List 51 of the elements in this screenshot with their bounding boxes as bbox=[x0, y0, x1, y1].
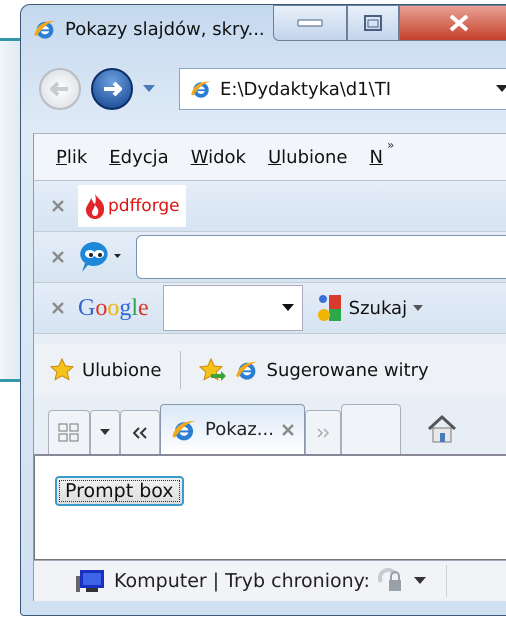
window-title: Pokazy slajdów, skry... bbox=[65, 18, 265, 40]
home-icon[interactable] bbox=[426, 414, 457, 444]
menu-item[interactable]: N bbox=[370, 146, 383, 168]
close-toolbar-icon[interactable] bbox=[52, 251, 64, 263]
scroll-right-button[interactable] bbox=[304, 410, 341, 454]
search-button[interactable]: Szukaj bbox=[316, 294, 424, 322]
close-button[interactable] bbox=[399, 5, 506, 41]
maximize-icon bbox=[364, 15, 382, 31]
prompt-box-button[interactable]: Prompt box bbox=[55, 476, 184, 506]
minimize-icon bbox=[297, 19, 323, 27]
search-logo: Google bbox=[78, 294, 149, 322]
close-icon bbox=[448, 14, 470, 32]
speech-bubble-icon[interactable] bbox=[78, 240, 122, 274]
history-dropdown-icon[interactable] bbox=[143, 85, 155, 93]
dropdown-icon[interactable] bbox=[496, 85, 506, 93]
suggested-sites-link[interactable]: Sugerowane witry bbox=[266, 360, 429, 380]
close-toolbar-icon[interactable] bbox=[52, 200, 64, 212]
back-arrow-icon bbox=[50, 81, 70, 97]
flame-icon bbox=[84, 193, 106, 219]
double-chevron-left-icon bbox=[133, 426, 147, 438]
search-field[interactable] bbox=[162, 285, 303, 331]
toolbar-logo[interactable]: pdfforge bbox=[78, 185, 186, 227]
star-icon bbox=[50, 358, 74, 382]
computer-icon bbox=[76, 568, 106, 594]
tab-list-button[interactable] bbox=[90, 410, 120, 454]
close-tab-icon[interactable] bbox=[282, 424, 294, 436]
favorites-button[interactable]: Ulubione bbox=[82, 360, 162, 380]
forward-arrow-icon bbox=[102, 81, 122, 97]
colored-blocks-icon bbox=[316, 294, 343, 322]
quick-tabs-button[interactable] bbox=[48, 410, 90, 454]
menu-item[interactable]: Edycja bbox=[109, 146, 169, 168]
search-field[interactable] bbox=[136, 235, 506, 279]
menu-item[interactable]: Ulubione bbox=[268, 146, 348, 168]
menu-overflow-button[interactable]: » bbox=[386, 138, 394, 152]
browser-tab[interactable]: Pokaz... bbox=[160, 404, 305, 454]
menu-item[interactable]: Plik bbox=[56, 146, 88, 168]
forward-button[interactable] bbox=[91, 68, 133, 110]
dropdown-icon[interactable] bbox=[282, 304, 294, 312]
minimize-button[interactable] bbox=[273, 5, 347, 41]
scroll-left-button[interactable] bbox=[120, 410, 160, 454]
grid-icon bbox=[58, 422, 80, 442]
add-favorite-icon[interactable] bbox=[198, 358, 227, 382]
close-toolbar-icon[interactable] bbox=[52, 302, 64, 314]
double-chevron-right-icon bbox=[316, 428, 329, 438]
dropdown-icon[interactable] bbox=[414, 577, 426, 585]
dropdown-icon bbox=[413, 305, 424, 311]
menu-item[interactable]: Widok bbox=[190, 146, 246, 168]
address-bar[interactable]: E:\Dydaktyka\d1\TI bbox=[179, 68, 506, 110]
dropdown-icon bbox=[100, 429, 110, 436]
security-zone-text: Komputer | Tryb chroniony: bbox=[114, 570, 370, 592]
maximize-button[interactable] bbox=[347, 5, 399, 41]
